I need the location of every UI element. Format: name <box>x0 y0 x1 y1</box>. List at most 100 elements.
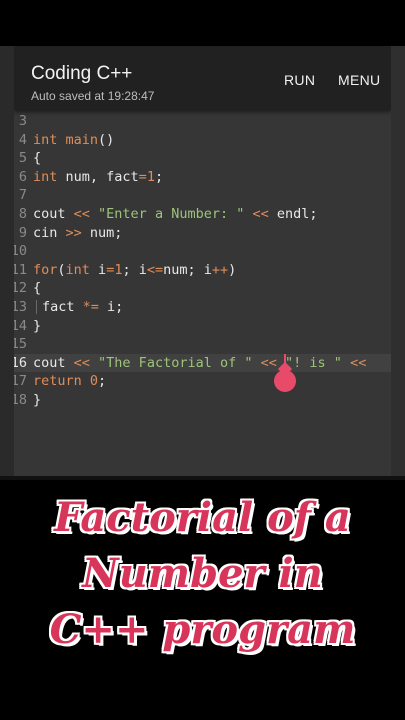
code-token: << <box>73 205 90 222</box>
code-token: 1 <box>146 168 155 185</box>
code-token: <= <box>146 261 164 278</box>
code-token: cout <box>33 205 74 222</box>
caption-line-1: Factorial of a <box>54 494 351 541</box>
caption-line-3: C++ program <box>49 606 356 653</box>
code-token: int <box>65 261 99 278</box>
code-line[interactable]: 6 int num, fact=1; <box>14 168 391 187</box>
code-token: ( <box>57 261 66 278</box>
code-token: () <box>98 131 115 148</box>
code-token: "The Factorial of " <box>98 354 253 371</box>
code-text: return 0; <box>33 372 106 391</box>
line-number: 4 <box>18 131 27 148</box>
indent-guide <box>36 299 37 314</box>
line-number: 7 <box>18 187 27 204</box>
code-line[interactable]: 16 cout << "The Factorial of " << "! is "… <box>14 353 391 373</box>
app-bar: Coding C++ Auto saved at 19:28:47 RUN ME… <box>14 46 391 110</box>
code-editor-app: Coding C++ Auto saved at 19:28:47 RUN ME… <box>14 46 391 476</box>
code-line[interactable]: 9 cin >> num; <box>14 224 391 243</box>
code-text: cout << "Enter a Number: " << endl; <box>33 205 318 224</box>
line-number: 13 <box>14 298 27 315</box>
code-line[interactable]: 5{ <box>14 149 391 168</box>
code-text: int num, fact=1; <box>33 168 163 187</box>
line-number: 15 <box>14 336 27 353</box>
code-text: fact *= i; <box>33 298 123 317</box>
code-token: num, fact <box>65 168 139 185</box>
code-token: cout <box>33 354 74 371</box>
code-line[interactable]: 4 int main() <box>14 131 391 150</box>
code-token: << <box>260 354 277 371</box>
line-number: 5 <box>18 150 27 167</box>
code-text: } <box>33 317 41 336</box>
code-token: i; <box>98 298 124 315</box>
caption-line-2: Number in <box>82 550 323 597</box>
code-token: << <box>350 354 367 371</box>
code-token: ; <box>98 373 107 390</box>
code-line[interactable]: 17 return 0; <box>14 372 391 391</box>
line-number: 8 <box>18 205 27 222</box>
code-token: ; i <box>122 261 147 278</box>
line-number: 18 <box>14 391 27 408</box>
code-token: >> <box>65 224 82 241</box>
code-token: "! is " <box>285 354 342 371</box>
code-token: } <box>33 317 42 334</box>
code-token: main <box>65 131 99 148</box>
code-token: cin <box>33 224 66 241</box>
code-token: { <box>33 280 42 297</box>
autosave-status: Auto saved at 19:28:47 <box>31 89 155 103</box>
run-button[interactable]: RUN <box>284 72 315 88</box>
code-token: ++ <box>211 261 229 278</box>
line-number: 12 <box>14 280 27 297</box>
code-token: "Enter a Number: " <box>98 205 245 222</box>
code-token: { <box>33 150 42 167</box>
code-line[interactable]: 15 <box>14 335 391 354</box>
code-token: = <box>138 168 147 185</box>
banner-divider <box>0 476 405 480</box>
code-token: ) <box>228 261 237 278</box>
code-text: for(int i=1; i<=num; i++) <box>33 261 236 280</box>
code-token: } <box>33 391 42 408</box>
menu-button[interactable]: MENU <box>338 72 380 88</box>
code-line[interactable]: 3 <box>14 112 391 131</box>
code-text: { <box>33 149 41 168</box>
code-token: for <box>33 261 58 278</box>
code-token: return <box>33 373 90 390</box>
code-line[interactable]: 14} <box>14 317 391 336</box>
code-line[interactable]: 11 for(int i=1; i<=num; i++) <box>14 261 391 280</box>
code-token: << <box>252 205 269 222</box>
code-text: cin >> num; <box>33 224 122 243</box>
code-text: int main() <box>33 131 114 150</box>
line-number: 3 <box>18 113 27 129</box>
video-caption: Factorial of a Number in C++ program <box>0 490 405 658</box>
code-token: i <box>98 261 107 278</box>
line-number: 9 <box>18 224 27 241</box>
code-token: int <box>33 168 66 185</box>
code-line[interactable]: 7 <box>14 186 391 205</box>
line-number: 16 <box>14 354 27 371</box>
code-line[interactable]: 12 { <box>14 279 391 298</box>
line-number: 10 <box>14 243 27 260</box>
code-text: cout << "The Factorial of " << "! is " <… <box>33 354 366 373</box>
code-token: *= <box>82 298 99 315</box>
code-editor[interactable]: 3 4 int main() 5{6 int num, fact=1; 7 8 cout <<… <box>14 112 391 410</box>
code-text: } <box>33 391 41 410</box>
code-token: fact <box>42 298 83 315</box>
right-edge <box>391 46 405 476</box>
code-token: int <box>33 131 66 148</box>
code-token: ; <box>154 168 164 185</box>
code-line[interactable]: 13 fact *= i; <box>14 298 391 317</box>
app-title: Coding C++ <box>31 63 133 84</box>
line-number: 14 <box>14 317 27 334</box>
code-line[interactable]: 18} <box>14 391 391 410</box>
code-token: num; i <box>163 261 212 278</box>
code-line[interactable]: 8 cout << "Enter a Number: " << endl; <box>14 205 391 224</box>
code-token: 0 <box>89 373 99 390</box>
left-edge <box>0 46 14 476</box>
code-line[interactable]: 10 <box>14 242 391 261</box>
line-number: 17 <box>14 373 27 390</box>
cursor-drag-handle[interactable] <box>274 370 296 392</box>
